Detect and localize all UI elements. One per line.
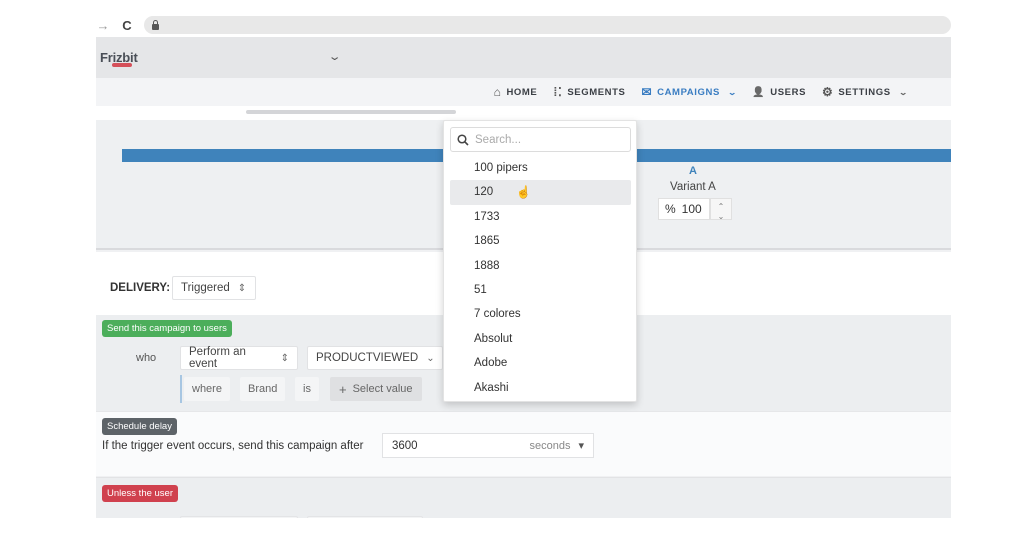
value-dropdown: 100 pipers 120 ☝ 1733 1865 1888 51 7 col… [443,120,637,402]
dropdown-option[interactable]: 51 [450,278,631,302]
dropdown-option[interactable]: 120 ☝ [450,180,631,205]
nav-label: SETTINGS [838,86,891,98]
delay-unit-label: seconds [529,439,571,452]
dropdown-option[interactable]: 1888 [450,254,631,278]
nav-label: HOME [506,86,538,98]
chevron-down-icon: ⌄ [426,352,435,364]
select-value-button[interactable]: + Select value [330,377,422,401]
unless-section: Unless the user [96,477,951,518]
select-arrows-icon: ⇕ [280,352,289,364]
dropdown-option[interactable]: 1733 [450,205,631,229]
address-bar[interactable] [144,16,951,34]
unless-badge: Unless the user [102,485,179,502]
nav-segments[interactable]: ⁞⁚ SEGMENTS [553,85,625,99]
operator-select[interactable]: is [295,377,319,401]
delay-input[interactable]: 3600 seconds ▾ [382,433,594,458]
send-campaign-badge: Send this campaign to users [102,320,232,337]
logo-swoosh [112,63,132,67]
nav-settings[interactable]: ⚙ SETTINGS ⌄ [822,85,909,99]
forward-icon[interactable]: → [96,18,110,33]
action-value: Perform an event [189,346,246,370]
chevron-up-icon[interactable]: ⌃ [718,202,725,212]
option-label: 120 [474,186,494,199]
chevron-down-icon: ⌄ [898,87,909,97]
variant-name: Variant A [670,181,716,193]
schedule-delay-badge: Schedule delay [102,418,177,435]
select-value-label: Select value [352,383,413,395]
gear-icon: ⚙ [822,85,834,99]
dropdown-option[interactable]: 1865 [450,229,631,253]
org-chevron-down-icon[interactable]: ⌄ [328,50,342,63]
property-select[interactable]: Brand [240,377,286,401]
tab-indicator [246,110,456,114]
app-header: Frizbit ⌄ [96,37,951,78]
percent-symbol: % [665,202,676,216]
nav-label: USERS [770,86,807,98]
percent-value: 100 [681,202,702,216]
variant-letter: A [689,165,697,177]
dropdown-option[interactable]: Adobe [450,351,631,375]
caret-down-icon: ▾ [578,440,584,452]
reload-icon[interactable]: C [120,18,134,33]
envelope-icon: ✉ [641,85,653,99]
delay-unit-select[interactable]: seconds ▾ [529,439,584,453]
delay-value: 3600 [392,439,418,452]
chevron-down-icon[interactable]: ⌄ [718,212,725,222]
delivery-select[interactable]: Triggered ⇕ [172,276,256,300]
nav-users[interactable]: 👤 USERS [752,87,806,98]
nav-label: CAMPAIGNS [657,86,720,98]
top-navigation: ⌂ HOME ⁞⁚ SEGMENTS ✉ CAMPAIGNS ⌄ 👤 USERS… [96,78,951,106]
dropdown-option[interactable]: 7 colores [450,302,631,326]
tab-strip [96,106,951,120]
dropdown-option[interactable]: Absolut [450,327,631,351]
nav-label: SEGMENTS [567,86,626,98]
lock-icon [152,19,159,30]
dropdown-search[interactable] [450,127,631,152]
home-icon: ⌂ [493,85,502,99]
action-select[interactable]: Perform an event ⇕ [180,346,298,370]
where-label: where [184,377,230,401]
schedule-delay-section: Schedule delay If the trigger event occu… [96,411,951,476]
who-label: who [136,352,157,364]
segments-icon: ⁞⁚ [553,85,563,99]
percent-stepper[interactable]: ⌃ ⌄ [710,198,732,222]
select-arrows-icon: ⇕ [237,282,247,294]
users-icon: 👤 [752,86,766,98]
event-select[interactable]: PRODUCTVIEWED ⌄ [307,346,443,370]
chevron-down-icon: ⌄ [727,87,738,97]
nav-campaigns[interactable]: ✉ CAMPAIGNS ⌄ [641,85,736,99]
unless-action-select[interactable] [180,516,298,518]
nav-home[interactable]: ⌂ HOME [494,85,538,99]
unless-event-select[interactable] [307,516,423,518]
dropdown-options: 100 pipers 120 ☝ 1733 1865 1888 51 7 col… [450,156,631,400]
logo[interactable]: Frizbit [100,50,138,67]
schedule-description: If the trigger event occurs, send this c… [102,440,364,452]
delivery-label: DELIVERY: [110,282,171,294]
variant-percent-input[interactable]: % 100 [658,198,710,220]
plus-icon: + [339,381,347,397]
browser-toolbar: → C [96,14,951,36]
hand-cursor-icon: ☝ [516,185,531,200]
dropdown-option[interactable]: 100 pipers [450,156,631,180]
dropdown-option[interactable]: Akashi [450,376,631,400]
dropdown-search-input[interactable] [475,133,615,146]
search-icon [457,133,469,146]
event-value: PRODUCTVIEWED [316,352,419,364]
delivery-value: Triggered [181,282,230,294]
